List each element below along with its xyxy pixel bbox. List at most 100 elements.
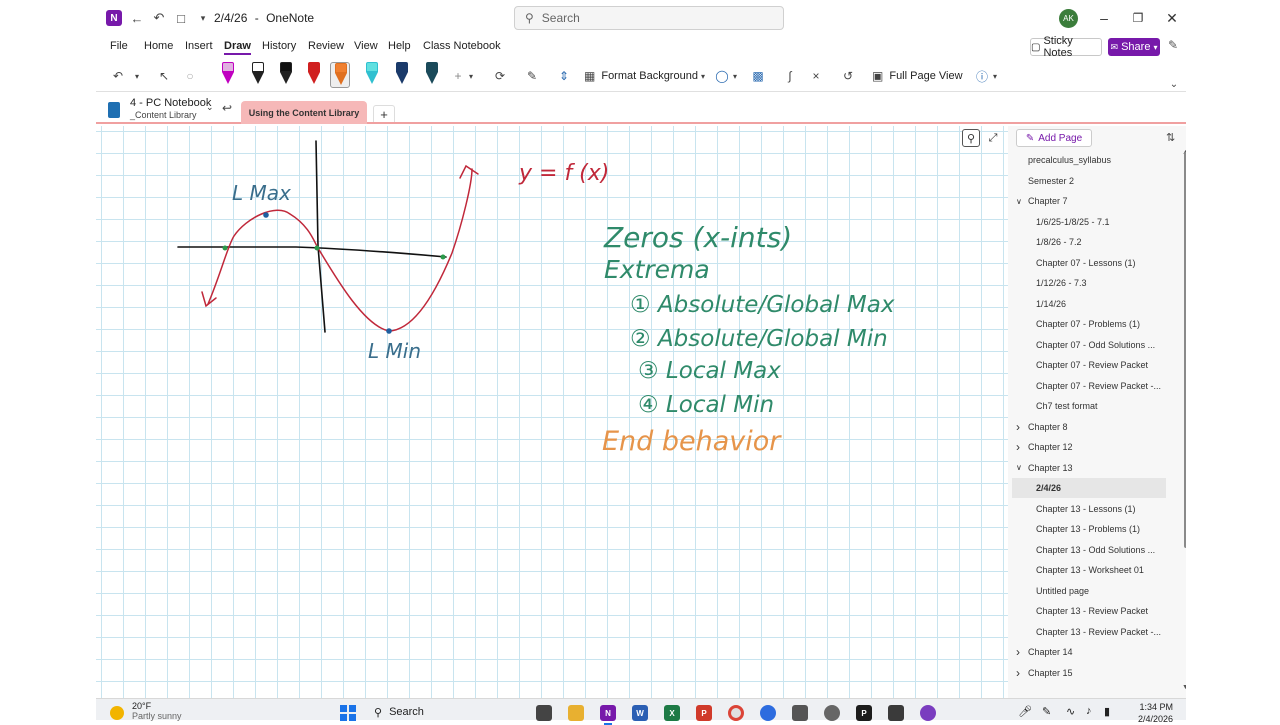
page-item[interactable]: 1/12/26 - 7.3	[1008, 273, 1170, 293]
add-pen-icon[interactable]: +	[450, 66, 466, 86]
pen-1-icon[interactable]	[218, 62, 238, 88]
full-page-view-button[interactable]: ▣ Full Page View	[872, 66, 963, 86]
page-group-item[interactable]: Semester 2	[1008, 171, 1170, 191]
notebook-chevron-icon[interactable]: ⌄	[206, 102, 214, 113]
settings-gear-icon[interactable]	[824, 705, 840, 721]
quick-access-chevron-icon[interactable]: ▾	[194, 9, 212, 27]
wifi-icon[interactable]: ∿	[1066, 705, 1075, 718]
back-icon[interactable]: ←	[128, 9, 146, 27]
navigate-back-icon[interactable]: ↩	[222, 101, 232, 115]
canvas-search-icon[interactable]: ⚲	[962, 129, 980, 147]
page-item[interactable]: Chapter 07 - Review Packet	[1008, 355, 1170, 375]
dock-window-icon[interactable]: □	[172, 9, 190, 27]
shapes-icon[interactable]: ◯	[714, 66, 730, 86]
weather-widget[interactable]: 20°F Partly sunny	[132, 701, 182, 721]
menu-review[interactable]: Review	[308, 40, 344, 52]
obs-icon[interactable]	[760, 705, 776, 721]
pen-tool-icon[interactable]	[792, 705, 808, 721]
help-chevron-icon[interactable]: ▾	[990, 66, 1000, 86]
microphone-icon[interactable]: 🎤︎	[1018, 705, 1032, 718]
word-icon[interactable]: W	[632, 705, 648, 721]
ink-to-math-icon[interactable]: ∫	[782, 66, 798, 86]
menu-view[interactable]: View	[354, 40, 378, 52]
page-item[interactable]: 2/4/26	[1012, 478, 1166, 498]
terminal-icon[interactable]	[888, 705, 904, 721]
system-clock[interactable]: 1:34 PM 2/4/2026	[1138, 701, 1173, 725]
pen-5-icon[interactable]	[330, 62, 350, 88]
page-group-item[interactable]: ∨ Chapter 13	[1008, 458, 1170, 478]
chevron-right-icon[interactable]: ›	[1016, 440, 1020, 454]
math-icon[interactable]: ×	[808, 66, 824, 86]
task-view-icon[interactable]	[536, 705, 552, 721]
select-cursor-icon[interactable]: ↖	[156, 66, 172, 86]
powerpoint-icon[interactable]: P	[696, 705, 712, 721]
page-item[interactable]: Chapter 07 - Odd Solutions ...	[1008, 335, 1170, 355]
onenote-taskbar-icon[interactable]: N	[600, 705, 616, 725]
insert-space-icon[interactable]: ⇕	[556, 66, 572, 86]
lasso-icon[interactable]: ○	[182, 66, 198, 86]
chevron-right-icon[interactable]: ›	[1016, 420, 1020, 434]
pycharm-icon[interactable]: P	[856, 705, 872, 721]
page-item[interactable]: Chapter 13 - Review Packet -...	[1008, 622, 1170, 642]
page-item[interactable]: 1/14/26	[1008, 294, 1170, 314]
comment-icon[interactable]: ✎	[1168, 38, 1178, 52]
menu-help[interactable]: Help	[388, 40, 411, 52]
ink-to-text-icon[interactable]: ▩	[750, 66, 766, 86]
notebook-section-group[interactable]: _Content Library	[130, 110, 197, 120]
volume-icon[interactable]: ♪	[1086, 705, 1092, 717]
excel-icon[interactable]: X	[664, 705, 680, 721]
share-button[interactable]: ✉ Share ▾	[1108, 38, 1160, 56]
page-item[interactable]: Chapter 13 - Lessons (1)	[1008, 499, 1170, 519]
chevron-down-icon[interactable]: ∨	[1016, 197, 1022, 206]
close-icon[interactable]: ✕	[1162, 8, 1182, 28]
undo-ribbon-icon[interactable]: ↶	[110, 66, 126, 86]
chevron-down-icon[interactable]: ∨	[1016, 463, 1022, 472]
maximize-icon[interactable]: ❐	[1128, 8, 1148, 28]
sort-pages-icon[interactable]: ⇅	[1166, 131, 1175, 144]
menu-home[interactable]: Home	[144, 40, 173, 52]
pen-8-icon[interactable]	[422, 62, 442, 88]
chrome-icon[interactable]	[728, 705, 744, 721]
shapes-chevron-icon[interactable]: ▾	[730, 66, 740, 86]
search-box[interactable]: ⚲ Search	[514, 6, 784, 30]
notebook-name[interactable]: 4 - PC Notebook	[130, 97, 211, 109]
page-group-item[interactable]: › Chapter 14	[1008, 642, 1170, 662]
page-group-item[interactable]: › Chapter 15	[1008, 663, 1170, 683]
page-group-item[interactable]: › Chapter 8	[1008, 417, 1170, 437]
ink-to-shape-icon[interactable]: ⟳	[492, 66, 508, 86]
pen-icon[interactable]: ✎	[1042, 705, 1051, 718]
page-list-scrollbar[interactable]	[1184, 152, 1186, 548]
page-item[interactable]: Chapter 13 - Problems (1)	[1008, 519, 1170, 539]
scroll-down-icon[interactable]: ▼	[1182, 684, 1186, 691]
page-item[interactable]: 1/6/25-1/8/25 - 7.1	[1008, 212, 1170, 232]
file-explorer-icon[interactable]	[568, 705, 584, 721]
chevron-right-icon[interactable]: ›	[1016, 645, 1020, 659]
page-item[interactable]: Chapter 07 - Problems (1)	[1008, 314, 1170, 334]
pen-7-icon[interactable]	[392, 62, 412, 88]
pen-3-icon[interactable]	[276, 62, 296, 88]
undo-icon[interactable]: ↶	[150, 9, 168, 27]
menu-history[interactable]: History	[262, 40, 296, 52]
ruler-icon[interactable]: ✎	[524, 66, 540, 86]
page-item[interactable]: Chapter 07 - Review Packet -...	[1008, 376, 1170, 396]
section-tab-content-library[interactable]: Using the Content Library	[241, 101, 367, 124]
page-group-item[interactable]: precalculus_syllabus	[1008, 150, 1170, 170]
taskbar-search[interactable]: ⚲ Search	[368, 703, 518, 721]
page-group-item[interactable]: ∨ Chapter 7	[1008, 191, 1170, 211]
weather-icon[interactable]	[110, 706, 124, 720]
expand-icon[interactable]: ⤢	[984, 129, 1002, 147]
page-group-item[interactable]: › Chapter 12	[1008, 437, 1170, 457]
ink-replay-icon[interactable]: ↺	[840, 66, 856, 86]
pen-4-icon[interactable]	[304, 62, 324, 88]
menu-file[interactable]: File	[110, 40, 128, 52]
format-background-button[interactable]: ▦ Format Background ▾	[584, 66, 705, 86]
page-item[interactable]: Chapter 07 - Lessons (1)	[1008, 253, 1170, 273]
sticky-notes-button[interactable]: ▢ Sticky Notes	[1030, 35, 1102, 59]
avatar[interactable]: AK	[1059, 9, 1078, 28]
minimize-icon[interactable]: –	[1094, 8, 1114, 28]
ribbon-collapse-icon[interactable]: ⌄	[1168, 74, 1180, 94]
undo-chevron-icon[interactable]: ▾	[132, 66, 142, 86]
app-icon[interactable]	[920, 705, 936, 721]
add-page-button[interactable]: ✎ Add Page	[1016, 129, 1092, 147]
pen-2-icon[interactable]	[248, 62, 268, 88]
